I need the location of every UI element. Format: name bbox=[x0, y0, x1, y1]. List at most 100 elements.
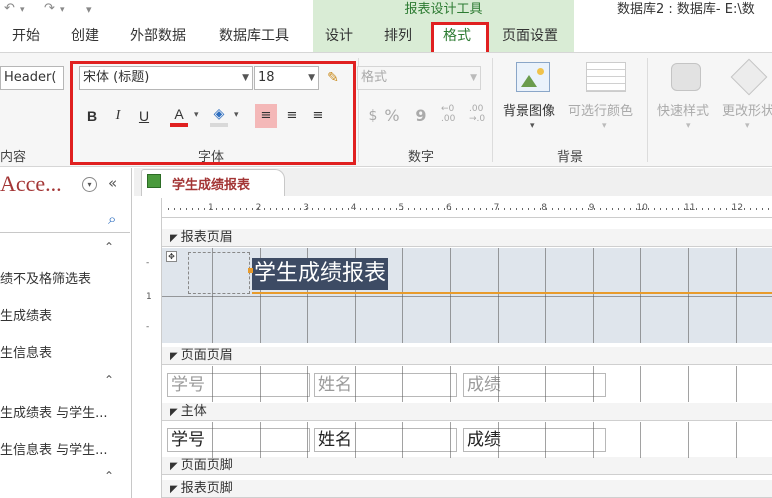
tab-page-setup[interactable]: 页面设置 bbox=[502, 20, 558, 52]
chevron-down-icon[interactable]: ▾ bbox=[686, 121, 691, 131]
nav-item-score-table[interactable]: 生成绩表 bbox=[0, 305, 52, 324]
ruler-tick bbox=[534, 208, 535, 210]
ruler-tick bbox=[552, 208, 553, 210]
band-report-footer[interactable]: ◤ 报表页脚 bbox=[162, 480, 772, 498]
number-format-select[interactable]: 格式 ▼ bbox=[357, 66, 481, 90]
quick-styles-button[interactable]: 快速样式 bbox=[657, 100, 709, 119]
collapse-pane-icon[interactable]: « bbox=[108, 174, 117, 192]
alternate-row-color-button[interactable]: 可选行颜色 bbox=[568, 100, 633, 119]
access-window: ↶ ▾ ↷ ▾ ▾ 报表设计工具 数据库2 : 数据库- E:\数 开始 创建 … bbox=[0, 0, 772, 498]
quick-styles-icon[interactable] bbox=[671, 63, 701, 91]
comma-button[interactable]: 9 bbox=[410, 104, 432, 128]
selection-handle[interactable] bbox=[248, 268, 253, 273]
band-detail[interactable]: ◤ 主体 bbox=[162, 403, 772, 421]
field-student-id[interactable]: 学号 bbox=[167, 428, 310, 452]
chevron-down-icon: ▼ bbox=[470, 73, 477, 83]
document-tab-label: 学生成绩报表 bbox=[172, 178, 251, 193]
grid-line bbox=[354, 366, 356, 402]
band-page-footer[interactable]: ◤ 页面页脚 bbox=[162, 457, 772, 475]
tab-database-tools[interactable]: 数据库工具 bbox=[219, 20, 289, 52]
nav-menu-chevron-icon[interactable]: ▾ bbox=[82, 177, 97, 192]
ruler-corner[interactable] bbox=[140, 198, 162, 218]
ruler-tick bbox=[276, 208, 277, 210]
ruler-tick bbox=[330, 208, 331, 210]
ruler-tick bbox=[456, 208, 457, 210]
label-name[interactable]: 姓名 bbox=[314, 373, 457, 397]
percent-button[interactable]: % bbox=[381, 104, 403, 128]
band-marker-icon: ◤ bbox=[170, 233, 178, 244]
band-report-footer-label: 报表页脚 bbox=[180, 481, 233, 496]
ruler-tick bbox=[342, 208, 343, 210]
label-score[interactable]: 成绩 bbox=[463, 373, 606, 397]
nav-item-info-table[interactable]: 生信息表 bbox=[0, 342, 52, 361]
tab-arrange[interactable]: 排列 bbox=[384, 20, 412, 52]
ruler-tick bbox=[624, 208, 625, 210]
label-student-id[interactable]: 学号 bbox=[167, 373, 310, 397]
band-marker-icon: ◤ bbox=[170, 461, 178, 472]
ruler-tick bbox=[252, 208, 253, 210]
chevron-up-icon[interactable]: ⌃ bbox=[104, 240, 114, 254]
ruler-tick bbox=[174, 208, 175, 210]
customize-qat-icon[interactable]: ▾ bbox=[86, 3, 92, 16]
vruler-mark: - bbox=[146, 258, 150, 268]
nav-item-fail-filter[interactable]: 绩不及格筛选表 bbox=[0, 268, 91, 287]
decrease-decimals-button[interactable]: .00 →.0 bbox=[469, 104, 485, 124]
ruler-tick bbox=[570, 208, 571, 210]
undo-icon[interactable]: ↶ bbox=[4, 1, 15, 16]
nav-item-score-query[interactable]: 生成绩表 与学生... bbox=[0, 402, 108, 421]
ruler-tick bbox=[462, 208, 463, 210]
redo-dropdown-icon[interactable]: ▾ bbox=[60, 5, 65, 15]
band-marker-icon: ◤ bbox=[170, 484, 178, 495]
ruler-tick bbox=[576, 208, 577, 210]
change-shape-button[interactable]: 更改形状 bbox=[722, 100, 772, 119]
undo-dropdown-icon[interactable]: ▾ bbox=[20, 5, 25, 15]
nav-item-info-query[interactable]: 生信息表 与学生... bbox=[0, 439, 108, 458]
ruler-tick bbox=[348, 208, 349, 210]
chevron-down-icon[interactable]: ▾ bbox=[745, 121, 750, 131]
report-title-label[interactable]: 学生成绩报表 bbox=[252, 258, 389, 290]
chevron-up-icon[interactable]: ⌃ bbox=[104, 469, 114, 483]
increase-decimals-button[interactable]: ←0 .00 bbox=[441, 104, 455, 124]
chevron-down-icon[interactable]: ▾ bbox=[602, 121, 607, 131]
group-number-label: 数字 bbox=[408, 150, 435, 165]
redo-icon[interactable]: ↷ bbox=[44, 1, 55, 16]
ruler-tick bbox=[612, 208, 613, 210]
ruler-tick bbox=[438, 208, 439, 210]
report-icon bbox=[147, 174, 161, 188]
ruler-tick bbox=[408, 208, 409, 210]
move-handle-icon[interactable]: ✥ bbox=[166, 251, 177, 262]
ruler-tick bbox=[312, 208, 313, 210]
background-image-icon[interactable] bbox=[516, 62, 550, 92]
search-icon[interactable]: ⌕ bbox=[108, 210, 116, 228]
group-content-label: 内容 bbox=[0, 150, 27, 165]
ruler-tick bbox=[390, 208, 391, 210]
field-name[interactable]: 姓名 bbox=[314, 428, 457, 452]
font-group-highlight bbox=[70, 61, 356, 165]
group-background-label: 背景 bbox=[557, 150, 584, 165]
field-score[interactable]: 成绩 bbox=[463, 428, 606, 452]
grid-line bbox=[735, 366, 737, 402]
ruler-tick bbox=[450, 208, 451, 210]
chevron-up-icon[interactable]: ⌃ bbox=[104, 373, 114, 387]
ruler-tick bbox=[180, 208, 181, 210]
tab-external-data[interactable]: 外部数据 bbox=[130, 20, 186, 52]
ruler-tick bbox=[618, 208, 619, 210]
object-select[interactable]: Header( bbox=[0, 66, 64, 90]
ruler-tick bbox=[420, 208, 421, 210]
grid-line bbox=[402, 366, 404, 402]
band-page-header[interactable]: ◤ 页面页眉 bbox=[162, 347, 772, 365]
tab-format[interactable]: 格式 bbox=[443, 20, 471, 52]
nav-pane-title[interactable]: Acce... bbox=[0, 171, 62, 197]
band-report-header[interactable]: ◤ 报表页眉 bbox=[162, 229, 772, 247]
chevron-down-icon[interactable]: ▾ bbox=[530, 121, 535, 131]
tab-create[interactable]: 创建 bbox=[71, 20, 99, 52]
ruler-tick bbox=[648, 208, 649, 210]
tab-home[interactable]: 开始 bbox=[12, 20, 40, 52]
band-page-footer-label: 页面页脚 bbox=[180, 458, 233, 473]
tab-design[interactable]: 设计 bbox=[325, 20, 353, 52]
ruler-tick bbox=[300, 208, 301, 210]
background-image-button[interactable]: 背景图像 bbox=[503, 100, 555, 119]
alternate-row-color-icon[interactable] bbox=[586, 62, 626, 92]
vertical-ruler bbox=[140, 218, 162, 498]
grid-line bbox=[497, 422, 499, 458]
